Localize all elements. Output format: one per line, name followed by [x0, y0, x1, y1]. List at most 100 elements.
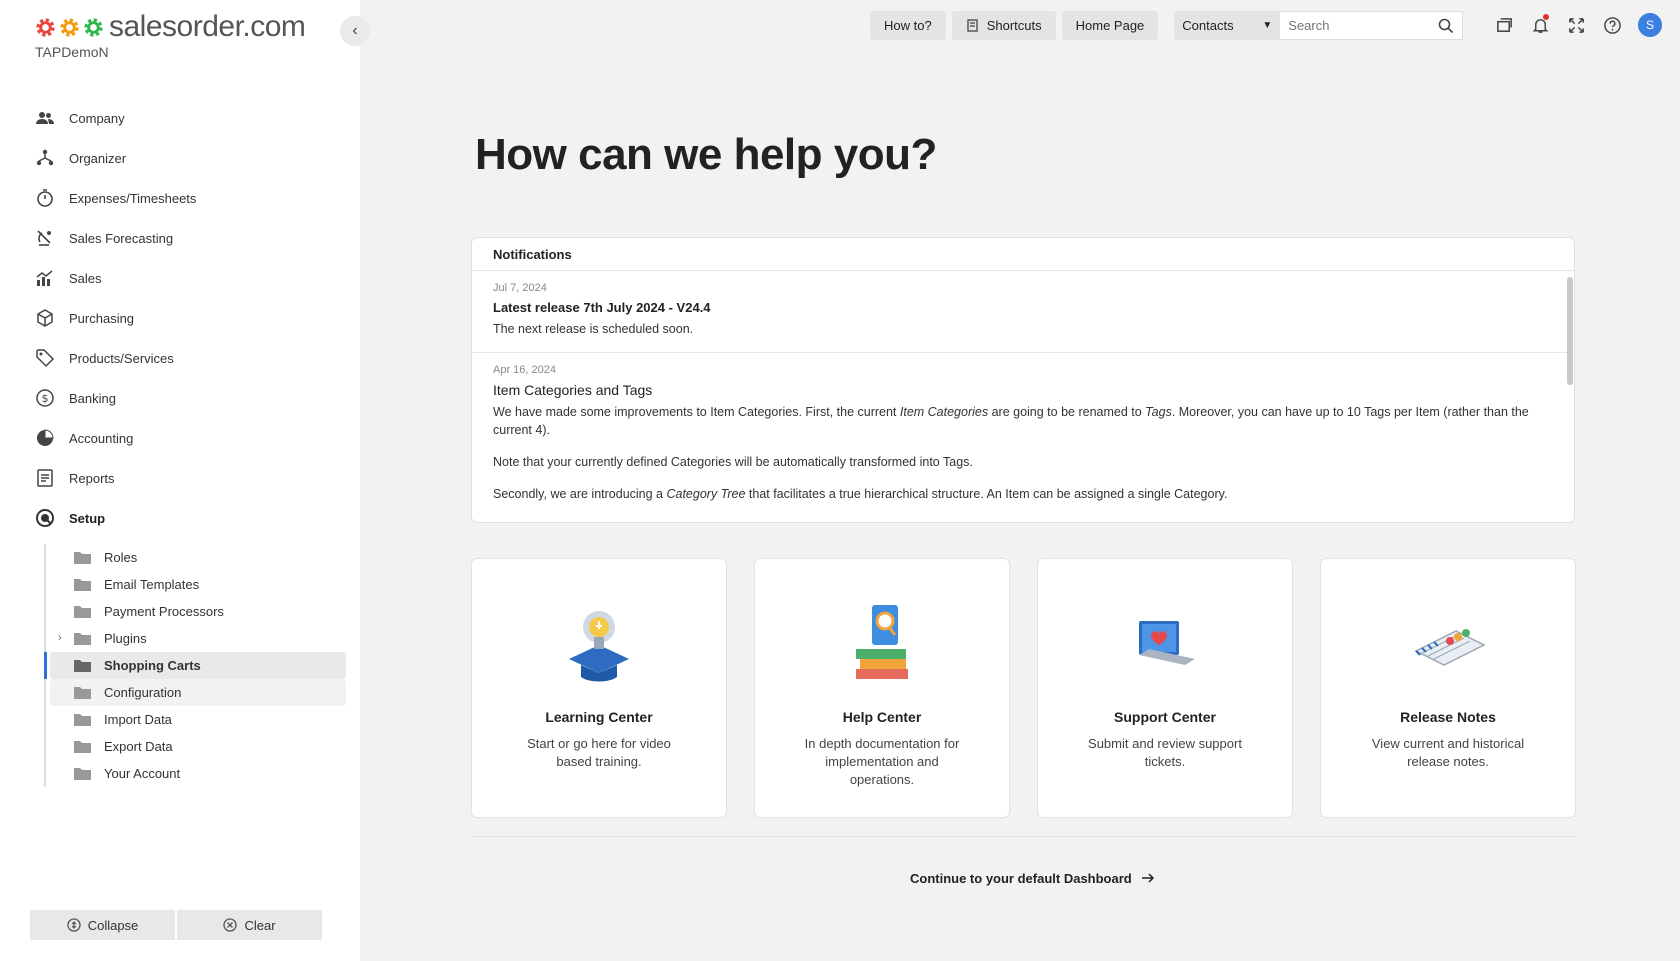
folder-icon — [74, 633, 91, 645]
sidebar-footer: Collapse Clear — [30, 910, 322, 940]
chevron-down-icon: ▼ — [1262, 20, 1273, 31]
nav-label: Banking — [69, 390, 116, 406]
search-input[interactable] — [1288, 18, 1439, 33]
release-notes-card[interactable]: Release Notes View current and historica… — [1320, 558, 1576, 818]
nav-item-expenses[interactable]: Expenses/Timesheets — [34, 178, 334, 218]
support-center-card[interactable]: Support Center Submit and review support… — [1037, 558, 1293, 818]
bell-icon[interactable] — [1530, 14, 1550, 35]
folder-icon — [74, 660, 91, 672]
box-icon — [34, 307, 56, 329]
how-to-button[interactable]: How to? — [870, 11, 946, 40]
nav-label: Expenses/Timesheets — [69, 190, 197, 206]
notification-text: We have made some improvements to Item C… — [493, 403, 1553, 503]
nav-item-sales[interactable]: Sales — [34, 258, 334, 298]
page-title: How can we help you? — [475, 130, 937, 179]
notification-paragraph: Note that your currently defined Categor… — [493, 455, 973, 469]
brand[interactable]: salesorder.com TAPDemoN — [34, 10, 306, 61]
subnav-item-roles[interactable]: Roles — [50, 544, 346, 571]
avatar[interactable]: S — [1638, 13, 1662, 37]
shortcuts-button[interactable]: Shortcuts — [951, 11, 1056, 40]
nav-item-company[interactable]: Company — [34, 98, 334, 138]
nav-label: Company — [69, 110, 125, 126]
subnav-label: Shopping Carts — [104, 658, 201, 673]
text-em: Item Categories — [899, 405, 989, 419]
continue-dashboard-link[interactable]: Continue to your default Dashboard — [910, 870, 1156, 886]
bookmark-icon — [967, 19, 978, 32]
nav-item-setup[interactable]: Setup — [34, 498, 334, 538]
card-description: View current and historical release note… — [1371, 736, 1525, 769]
sidebar-collapse-toggle[interactable]: ‹ — [340, 16, 370, 46]
notifications-list[interactable]: Jul 7, 2024 Latest release 7th July 2024… — [472, 271, 1574, 522]
graduation-cap-icon — [559, 597, 639, 689]
search-icon[interactable] — [1438, 18, 1454, 34]
folder-icon — [74, 552, 91, 564]
windows-icon[interactable] — [1494, 15, 1514, 35]
folder-icon — [74, 687, 91, 699]
collapse-button[interactable]: Collapse — [30, 910, 175, 940]
nav-label: Products/Services — [69, 350, 174, 366]
account-name: TAPDemoN — [35, 44, 109, 60]
notification-paragraph: Secondly, we are introducing a Category … — [493, 485, 1553, 503]
collapse-icon — [67, 918, 81, 932]
subnav-label: Your Account — [104, 766, 181, 781]
notifications-panel: Notifications Jul 7, 2024 Latest release… — [471, 237, 1575, 523]
card-title: Release Notes — [1400, 709, 1496, 725]
text-span: are going to be renamed to — [988, 405, 1146, 419]
nav-item-sales-forecasting[interactable]: Sales Forecasting — [34, 218, 334, 258]
dollar-icon: $ — [34, 387, 56, 409]
main-nav: Company Organizer Expenses/Timesheets Sa… — [34, 98, 334, 538]
sidebar: salesorder.com TAPDemoN Company Organize… — [0, 0, 360, 961]
nav-item-accounting[interactable]: Accounting — [34, 418, 334, 458]
home-page-button[interactable]: Home Page — [1061, 11, 1159, 40]
help-center-card[interactable]: Help Center In depth documentation for i… — [754, 558, 1010, 818]
chevron-left-icon: ‹ — [352, 22, 358, 39]
card-description: In depth documentation for implementatio… — [804, 736, 960, 787]
subnav-item-shopping-carts[interactable]: Shopping Carts — [44, 652, 346, 679]
logo-cogs-icon — [34, 16, 105, 39]
clear-icon — [223, 918, 238, 932]
text-span: We have made some improvements to Item C… — [493, 405, 900, 419]
card-description: Submit and review support tickets. — [1088, 736, 1242, 769]
clear-button[interactable]: Clear — [177, 910, 322, 940]
subnav-label: Export Data — [104, 739, 173, 754]
nav-item-reports[interactable]: Reports — [34, 458, 334, 498]
scrollbar[interactable] — [1567, 277, 1573, 517]
folder-icon — [74, 768, 91, 780]
notification-paragraph: We have made some improvements to Item C… — [493, 403, 1553, 439]
nav-item-organizer[interactable]: Organizer — [34, 138, 334, 178]
continue-label: Continue to your default Dashboard — [910, 870, 1132, 886]
learning-center-card[interactable]: Learning Center Start or go here for vid… — [471, 558, 727, 818]
chart-icon — [34, 267, 56, 289]
fullscreen-icon[interactable] — [1566, 15, 1586, 35]
search-box — [1280, 11, 1464, 40]
nav-item-banking[interactable]: $ Banking — [34, 378, 334, 418]
notification-title: Item Categories and Tags — [493, 382, 653, 398]
folder-icon — [74, 741, 91, 753]
subnav-item-export-data[interactable]: Export Data — [50, 733, 346, 760]
subnav-item-import-data[interactable]: Import Data — [50, 706, 346, 733]
subnav-item-configuration[interactable]: Configuration — [50, 679, 346, 706]
subnav-item-your-account[interactable]: Your Account — [50, 760, 346, 787]
search-scope-select[interactable]: Contacts ▼ — [1174, 11, 1281, 40]
subnav-item-plugins[interactable]: › Plugins — [50, 625, 346, 652]
chevron-right-icon[interactable]: › — [58, 632, 62, 644]
nav-item-purchasing[interactable]: Purchasing — [34, 298, 334, 338]
subnav-item-payment-processors[interactable]: Payment Processors — [50, 598, 346, 625]
card-description: Start or go here for video based trainin… — [527, 736, 671, 769]
notification-date: Jul 7, 2024 — [493, 282, 547, 294]
subnav-label: Import Data — [104, 712, 172, 727]
notification-dot — [1543, 14, 1549, 20]
folder-icon — [74, 606, 91, 618]
collapse-label: Collapse — [87, 917, 139, 933]
help-icon[interactable] — [1602, 15, 1622, 35]
nav-item-products[interactable]: Products/Services — [34, 338, 334, 378]
text-span: Secondly, we are introducing a — [493, 487, 667, 501]
notification-date: Apr 16, 2024 — [493, 364, 556, 376]
arrow-right-icon — [1141, 873, 1154, 883]
subnav-item-email-templates[interactable]: Email Templates — [50, 571, 346, 598]
brand-name: salesorder.com — [109, 10, 306, 43]
card-title: Help Center — [842, 709, 922, 725]
scroll-thumb[interactable] — [1567, 277, 1573, 385]
setup-subnav: Roles Email Templates Payment Processors… — [44, 544, 346, 787]
subnav-label: Payment Processors — [104, 604, 224, 619]
